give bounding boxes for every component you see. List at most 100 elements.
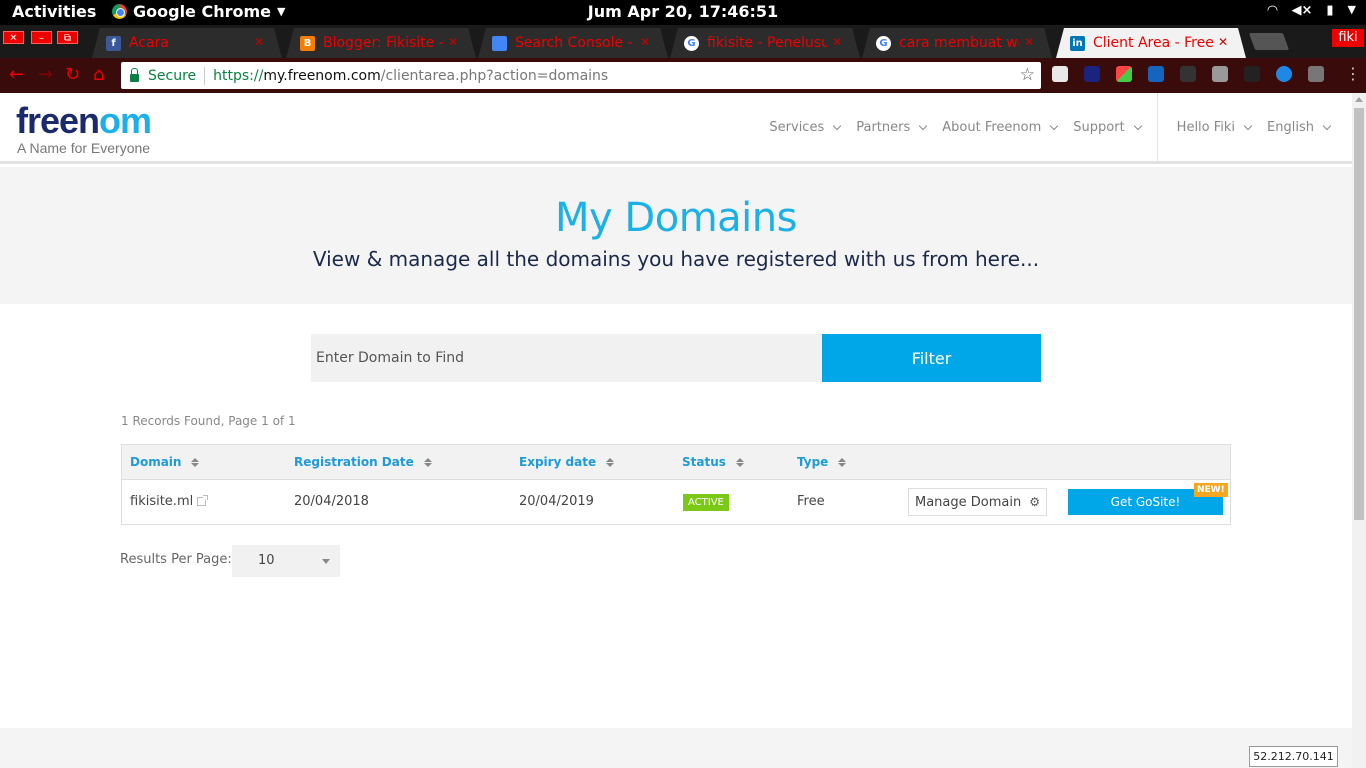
table-header: Domain Registration Date Expiry date Sta… [122,445,1230,480]
records-count: 1 Records Found, Page 1 of 1 [121,414,296,428]
logo-accent: om [99,100,152,141]
new-tab-button[interactable] [1248,33,1290,50]
tab-title: Client Area - Freenom [1093,35,1213,51]
tab-title: cara membuat web [899,35,1018,51]
sort-icon [606,457,615,467]
forward-arrow-icon[interactable]: → [38,64,53,85]
secure-label: Secure [148,67,197,84]
search-console-icon [492,36,507,51]
scroll-up-icon[interactable] [1355,97,1363,102]
column-header-type[interactable]: Type [797,455,847,469]
page-scrollbar[interactable] [1352,93,1366,768]
caret-down-icon: ▼ [277,5,286,18]
extension-icon[interactable] [1116,66,1132,82]
url-path: /clientarea.php?action=domains [380,67,609,84]
window-close-button[interactable]: ✕ [3,31,24,44]
extension-icon[interactable] [1276,66,1292,82]
chevron-down-icon [1322,121,1332,130]
browser-tab[interactable]: f Acara ✕ [92,28,282,58]
freenom-logo[interactable]: freenom A Name for Everyone [16,100,152,157]
tab-close-icon[interactable]: ✕ [254,35,264,49]
nav-label: About Freenom [942,120,1042,135]
domain-search-input[interactable] [311,334,822,382]
nav-label: Services [769,120,825,135]
tab-title: fikisite - Penelusura [707,35,827,51]
line-extension-icon[interactable] [1212,66,1228,82]
user-menu[interactable]: Hello Fiki [1177,120,1253,135]
activities-button[interactable]: Activities [12,2,96,21]
nav-item-partners[interactable]: Partners [856,120,928,135]
results-per-page-select[interactable]: 10 [232,545,340,577]
extension-icon[interactable] [1052,66,1068,82]
scrollbar-thumb[interactable] [1354,108,1364,520]
button-label: Manage Domain [915,494,1022,510]
domains-table: Domain Registration Date Expiry date Sta… [121,444,1231,525]
logo-tagline: A Name for Everyone [17,140,151,156]
profile-button[interactable]: fiki [1332,29,1364,47]
browser-toolbar: ← → ↻ ⌂ Secure https://my.freenom.com/cl… [0,58,1366,93]
header-label: Status [682,455,726,469]
nav-label: Support [1073,120,1125,135]
browser-tab[interactable]: Search Console - Fi ✕ [478,28,668,58]
divider [204,66,206,85]
extension-icon[interactable] [1244,66,1260,82]
tab-close-icon[interactable]: ✕ [640,35,650,49]
nav-item-services[interactable]: Services [769,120,842,135]
tab-close-icon[interactable]: ✕ [832,35,842,49]
home-icon[interactable]: ⌂ [93,64,104,85]
external-link-icon[interactable] [197,495,209,506]
column-header-expiry[interactable]: Expiry date [519,455,615,469]
domain-type: Free [797,494,825,509]
extension-icon[interactable] [1180,66,1196,82]
language-menu[interactable]: English [1267,120,1332,135]
system-tray[interactable]: ◠ ◀× ▮ ▼ [1267,3,1356,18]
results-per-page-label: Results Per Page: [120,552,232,567]
system-top-bar: Activities Google Chrome ▼ Jum Apr 20, 1… [0,0,1366,25]
browser-tab[interactable]: G fikisite - Penelusura ✕ [670,28,860,58]
browser-tab[interactable]: B Blogger: Fikisite - B ✕ [286,28,476,58]
column-header-registration[interactable]: Registration Date [294,455,432,469]
app-menu[interactable]: Google Chrome ▼ [112,2,285,21]
nav-item-support[interactable]: Support [1073,120,1142,135]
main-nav: Services Partners About Freenom Support … [769,120,1352,135]
column-header-status[interactable]: Status [682,455,744,469]
sort-icon [838,457,847,467]
tab-title: Acara [129,35,169,51]
facebook-extension-icon[interactable] [1308,66,1324,82]
gear-icon: ⚙ [1029,495,1040,509]
url-host: my.freenom.com [263,67,381,84]
ip-extension-icon[interactable] [1084,66,1100,82]
manage-domain-button[interactable]: Manage Domain ⚙ [908,488,1047,516]
google-icon: G [876,36,891,51]
tab-close-icon[interactable]: ✕ [1218,35,1228,49]
domain-cell[interactable]: fikisite.ml [130,494,209,509]
web-page: freenom A Name for Everyone Services Par… [0,93,1352,768]
filter-button[interactable]: Filter [822,334,1041,382]
window-minimize-button[interactable]: – [31,31,52,44]
tab-close-icon[interactable]: ✕ [1024,35,1034,49]
page-subtitle: View & manage all the domains you have r… [312,247,1040,271]
menu-kebab-icon[interactable]: ⋮ [1345,64,1361,83]
window-maximize-button[interactable]: ⧉ [57,31,78,44]
chevron-down-icon [832,121,842,130]
back-arrow-icon[interactable]: ← [9,64,24,85]
language-label: English [1267,120,1314,135]
column-header-domain[interactable]: Domain [130,455,200,469]
app-menu-label: Google Chrome [133,2,272,21]
google-icon: G [684,36,699,51]
nav-item-about[interactable]: About Freenom [942,120,1059,135]
tab-close-icon[interactable]: ✕ [448,35,458,49]
volume-muted-icon: ◀× [1291,3,1313,18]
bookmark-star-icon[interactable]: ☆ [1020,65,1035,85]
address-bar[interactable]: Secure https://my.freenom.com/clientarea… [121,62,1041,89]
blogger-icon: B [300,36,315,51]
browser-tab[interactable]: G cara membuat web ✕ [862,28,1052,58]
browser-tab-active[interactable]: in Client Area - Freenom ✕ [1056,28,1246,58]
shield-extension-icon[interactable] [1148,66,1164,82]
url-scheme: https:// [213,67,264,84]
footer [0,728,1352,768]
registration-date: 20/04/2018 [294,494,369,509]
site-header: freenom A Name for Everyone Services Par… [0,93,1352,164]
header-label: Domain [130,455,182,469]
reload-icon[interactable]: ↻ [65,64,80,85]
